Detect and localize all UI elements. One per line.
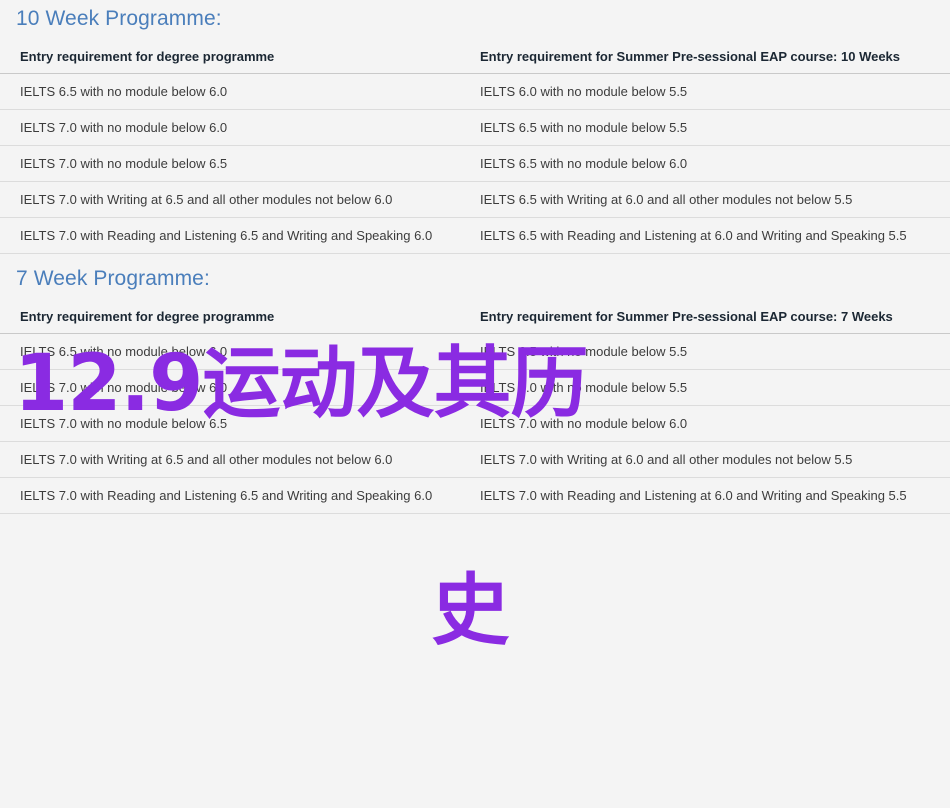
table-row: IELTS 7.0 with Reading and Listening 6.5… bbox=[0, 477, 470, 514]
table-row: IELTS 6.5 with no module below 6.0 bbox=[0, 73, 470, 110]
table-row: IELTS 7.0 with no module below 6.5 bbox=[0, 145, 470, 182]
table-block-7-week: Entry requirement for degree programme I… bbox=[0, 301, 950, 514]
table-row: IELTS 7.0 with no module below 6.5 bbox=[0, 405, 470, 442]
requirement-cell: IELTS 6.5 with no module below 6.0 bbox=[0, 333, 470, 370]
table-row: IELTS 7.0 with no module below 6.0 bbox=[470, 405, 950, 442]
requirement-cell: IELTS 7.0 with Writing at 6.5 and all ot… bbox=[0, 181, 470, 218]
table-header-row: Entry requirement for Summer Pre-session… bbox=[470, 41, 950, 74]
table-head: Entry requirement for Summer Pre-session… bbox=[470, 41, 950, 74]
requirement-cell: IELTS 6.0 with no module below 5.5 bbox=[470, 73, 950, 110]
section-heading-7-week: 7 Week Programme: bbox=[16, 267, 210, 290]
table-header-row: Entry requirement for Summer Pre-session… bbox=[470, 301, 950, 334]
requirement-cell: IELTS 7.0 with Reading and Listening 6.5… bbox=[0, 477, 470, 514]
table-head: Entry requirement for degree programme bbox=[0, 41, 470, 74]
column-header-eap-requirement: Entry requirement for Summer Pre-session… bbox=[470, 41, 950, 74]
column-header-eap-requirement: Entry requirement for Summer Pre-session… bbox=[470, 301, 950, 334]
requirement-cell: IELTS 7.0 with Writing at 6.0 and all ot… bbox=[470, 441, 950, 478]
table-body: IELTS 6.0 with no module below 5.5 IELTS… bbox=[470, 73, 950, 254]
table-row: IELTS 6.5 with Reading and Listening at … bbox=[470, 217, 950, 254]
table-row: IELTS 6.5 with no module below 5.5 bbox=[470, 109, 950, 146]
watermark-line-2: 史 bbox=[431, 566, 509, 657]
degree-requirements-table-10-week: Entry requirement for degree programme I… bbox=[0, 41, 470, 254]
table-header-row: Entry requirement for degree programme bbox=[0, 301, 470, 334]
requirement-cell: IELTS 6.5 with no module below 6.0 bbox=[470, 145, 950, 182]
table-body: IELTS 6.5 with no module below 6.0 IELTS… bbox=[0, 333, 470, 514]
table-row: IELTS 7.0 with Writing at 6.0 and all ot… bbox=[470, 441, 950, 478]
table-row: IELTS 7.0 with Writing at 6.5 and all ot… bbox=[0, 441, 470, 478]
requirement-cell: IELTS 7.0 with Writing at 6.5 and all ot… bbox=[0, 441, 470, 478]
requirement-cell: IELTS 7.0 with no module below 5.5 bbox=[470, 369, 950, 406]
requirement-cell: IELTS 6.5 with no module below 5.5 bbox=[470, 109, 950, 146]
entry-requirements-page: 10 Week Programme: Entry requirement for… bbox=[0, 0, 950, 650]
table-row: IELTS 6.5 with no module below 5.5 bbox=[470, 333, 950, 370]
table-row: IELTS 7.0 with no module below 6.0 bbox=[0, 369, 470, 406]
requirement-cell: IELTS 7.0 with no module below 6.5 bbox=[0, 145, 470, 182]
table-row: IELTS 7.0 with no module below 5.5 bbox=[470, 369, 950, 406]
requirement-cell: IELTS 7.0 with no module below 6.0 bbox=[0, 109, 470, 146]
eap-requirements-table-10-week: Entry requirement for Summer Pre-session… bbox=[470, 41, 950, 254]
table-head: Entry requirement for degree programme bbox=[0, 301, 470, 334]
table-row: IELTS 6.5 with Writing at 6.0 and all ot… bbox=[470, 181, 950, 218]
eap-requirements-table-7-week: Entry requirement for Summer Pre-session… bbox=[470, 301, 950, 514]
table-row: IELTS 6.5 with no module below 6.0 bbox=[470, 145, 950, 182]
table-block-10-week: Entry requirement for degree programme I… bbox=[0, 41, 950, 254]
requirement-cell: IELTS 7.0 with no module below 6.0 bbox=[0, 369, 470, 406]
requirement-cell: IELTS 7.0 with no module below 6.5 bbox=[0, 405, 470, 442]
table-body: IELTS 6.5 with no module below 5.5 IELTS… bbox=[470, 333, 950, 514]
table-row: IELTS 7.0 with Reading and Listening 6.5… bbox=[0, 217, 470, 254]
requirement-cell: IELTS 7.0 with Reading and Listening at … bbox=[470, 477, 950, 514]
table-row: IELTS 7.0 with Reading and Listening at … bbox=[470, 477, 950, 514]
degree-requirements-table-7-week: Entry requirement for degree programme I… bbox=[0, 301, 470, 514]
requirement-cell: IELTS 7.0 with no module below 6.0 bbox=[470, 405, 950, 442]
table-row: IELTS 7.0 with no module below 6.0 bbox=[0, 109, 470, 146]
requirement-cell: IELTS 6.5 with Writing at 6.0 and all ot… bbox=[470, 181, 950, 218]
requirement-cell: IELTS 6.5 with no module below 6.0 bbox=[0, 73, 470, 110]
requirement-cell: IELTS 7.0 with Reading and Listening 6.5… bbox=[0, 217, 470, 254]
table-body: IELTS 6.5 with no module below 6.0 IELTS… bbox=[0, 73, 470, 254]
requirement-cell: IELTS 6.5 with no module below 5.5 bbox=[470, 333, 950, 370]
table-head: Entry requirement for Summer Pre-session… bbox=[470, 301, 950, 334]
requirement-cell: IELTS 6.5 with Reading and Listening at … bbox=[470, 217, 950, 254]
table-row: IELTS 6.0 with no module below 5.5 bbox=[470, 73, 950, 110]
section-heading-10-week: 10 Week Programme: bbox=[16, 7, 222, 30]
table-row: IELTS 7.0 with Writing at 6.5 and all ot… bbox=[0, 181, 470, 218]
table-row: IELTS 6.5 with no module below 6.0 bbox=[0, 333, 470, 370]
table-header-row: Entry requirement for degree programme bbox=[0, 41, 470, 74]
column-header-degree-requirement: Entry requirement for degree programme bbox=[0, 301, 470, 334]
column-header-degree-requirement: Entry requirement for degree programme bbox=[0, 41, 470, 74]
